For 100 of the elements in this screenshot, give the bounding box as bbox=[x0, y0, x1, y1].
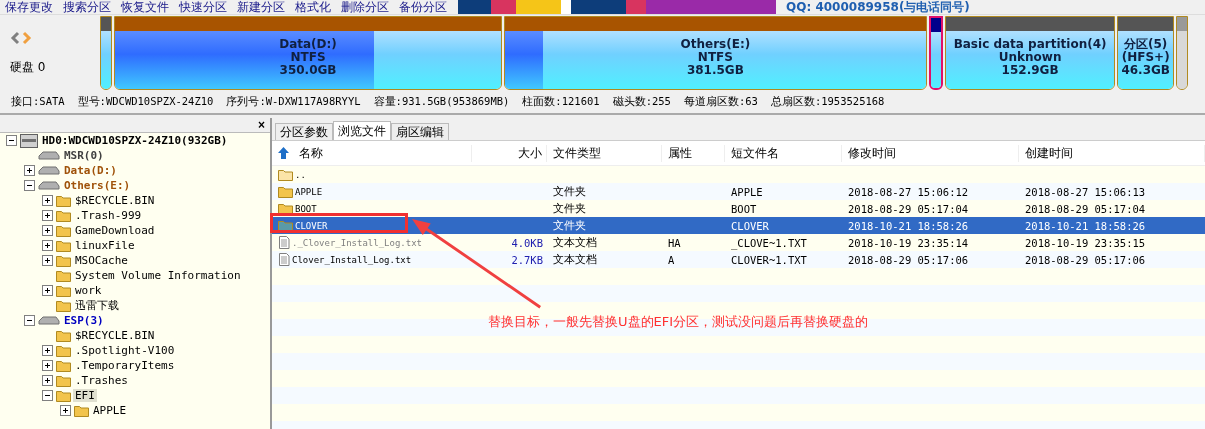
up-arrow-icon[interactable] bbox=[278, 147, 289, 159]
partition-name: Others(E:) bbox=[679, 38, 752, 51]
expand-icon[interactable] bbox=[42, 240, 53, 251]
partition-area bbox=[101, 31, 111, 89]
tree-item[interactable]: Data(D:) bbox=[62, 164, 119, 177]
tree-item[interactable]: HD0:WDCWD10SPZX-24Z10(932GB) bbox=[40, 134, 230, 147]
file-name: Clover_Install_Log.txt bbox=[292, 254, 412, 265]
expand-icon[interactable] bbox=[60, 405, 71, 416]
short-file-name: BOOT bbox=[730, 202, 758, 215]
column-header[interactable]: 创建时间 bbox=[1019, 144, 1205, 162]
disk-label: 硬盘 0 bbox=[10, 58, 47, 76]
tree-item[interactable]: linuxFile bbox=[73, 239, 137, 252]
expand-icon[interactable] bbox=[42, 345, 53, 356]
column-title: 修改时间 bbox=[848, 144, 896, 162]
toolbar-button[interactable]: 恢复文件 bbox=[116, 0, 174, 14]
created-time: 2018-10-19 23:35:15 bbox=[1024, 236, 1147, 249]
expand-icon[interactable] bbox=[24, 165, 35, 176]
folder-icon bbox=[56, 329, 71, 342]
toolbar-button[interactable]: 备份分区 bbox=[394, 0, 452, 14]
partition-bar[interactable] bbox=[100, 16, 112, 90]
expand-icon[interactable] bbox=[42, 225, 53, 236]
column-title: 短文件名 bbox=[731, 144, 779, 162]
file-system: Unknown bbox=[997, 51, 1062, 64]
partition-bar[interactable]: Basic data partition(4) Unknown 152.9GB bbox=[944, 16, 1116, 90]
expand-icon[interactable] bbox=[42, 360, 53, 371]
close-button[interactable]: × bbox=[253, 118, 270, 132]
column-header[interactable]: 修改时间 bbox=[842, 144, 1019, 162]
tree-item[interactable]: .TemporaryItems bbox=[73, 359, 177, 372]
column-header[interactable]: 属性 bbox=[662, 144, 725, 162]
toolbar-button[interactable]: 快速分区 bbox=[174, 0, 232, 14]
folder-icon bbox=[56, 224, 71, 237]
tree-item[interactable]: .Trash-999 bbox=[73, 209, 144, 222]
tree-item[interactable]: 迅雷下载 bbox=[73, 298, 121, 313]
collapse-icon[interactable] bbox=[6, 135, 17, 146]
column-header[interactable]: 短文件名 bbox=[725, 144, 842, 162]
tab[interactable]: 浏览文件 bbox=[333, 121, 391, 140]
file-type: 文件夹 bbox=[552, 184, 587, 199]
expand-icon[interactable] bbox=[42, 210, 53, 221]
collapse-icon[interactable] bbox=[24, 315, 35, 326]
tree-item[interactable]: GameDownload bbox=[73, 224, 157, 237]
tree-item[interactable]: EFI bbox=[73, 389, 97, 402]
short-file-name: APPLE bbox=[730, 185, 764, 198]
expand-icon[interactable] bbox=[42, 285, 53, 296]
tree-item[interactable]: MSR(0) bbox=[62, 149, 106, 162]
folder-icon bbox=[56, 359, 71, 372]
toolbar-button[interactable]: 删除分区 bbox=[336, 0, 394, 14]
tree-item[interactable]: System Volume Information bbox=[73, 269, 243, 282]
file-type: 文本文档 bbox=[552, 235, 598, 250]
tree-item[interactable]: work bbox=[73, 284, 104, 297]
collapse-icon[interactable] bbox=[24, 180, 35, 191]
disk-info: 磁头数:255 bbox=[612, 95, 671, 109]
tree-item[interactable]: $RECYCLE.BIN bbox=[73, 329, 157, 342]
folder-icon bbox=[56, 209, 71, 222]
partition-name: Basic data partition(4) bbox=[952, 38, 1108, 51]
partition-bar[interactable] bbox=[928, 16, 943, 90]
partition-size: 152.9GB bbox=[1000, 64, 1060, 77]
tree-item[interactable]: $RECYCLE.BIN bbox=[73, 194, 157, 207]
file-row[interactable]: Clover_Install_Log.txt 2.7KB 文本文档 A CLOVER~1.TXT 2018-08-29 05:17:06 2018-08-29 05:17:06 bbox=[272, 251, 1205, 268]
tree-item[interactable]: ESP(3) bbox=[62, 314, 106, 327]
column-title: 名称 bbox=[299, 144, 323, 162]
folder-icon bbox=[56, 194, 71, 207]
collapse-icon[interactable] bbox=[42, 390, 53, 401]
partition-size: 350.0GB bbox=[278, 64, 338, 77]
partition-bar[interactable]: Others(E:) NTFS 381.5GB bbox=[504, 16, 927, 90]
file-size: 2.7KB bbox=[510, 253, 544, 266]
tree-item[interactable]: .Trashes bbox=[73, 374, 130, 387]
file-row[interactable]: APPLE 文件夹 APPLE 2018-08-27 15:06:12 2018-08-27 15:06:13 bbox=[272, 183, 1205, 200]
tree-item[interactable]: Others(E:) bbox=[62, 179, 133, 192]
expand-icon[interactable] bbox=[42, 255, 53, 266]
modified-time: 2018-08-29 05:17:06 bbox=[847, 253, 970, 266]
partition-area bbox=[930, 32, 941, 88]
folder-icon bbox=[56, 254, 71, 267]
tab[interactable]: 分区参数 bbox=[275, 123, 333, 140]
column-header[interactable]: 名称 bbox=[272, 144, 472, 162]
column-header[interactable]: 大小 bbox=[472, 144, 547, 162]
folder-icon bbox=[56, 269, 71, 282]
file-name: ._Clover_Install_Log.txt bbox=[292, 237, 423, 248]
tree-item[interactable]: MSOCache bbox=[73, 254, 130, 267]
unallocated-area bbox=[1177, 31, 1187, 89]
tab[interactable]: 扇区编辑 bbox=[391, 123, 449, 140]
toolbar-button[interactable]: 新建分区 bbox=[232, 0, 290, 14]
partition-bar[interactable]: Data(D:) NTFS 350.0GB bbox=[114, 16, 502, 90]
toolbar-button[interactable]: 搜索分区 bbox=[58, 0, 116, 14]
tree-item[interactable]: APPLE bbox=[91, 404, 129, 417]
file-system: NTFS bbox=[289, 51, 327, 64]
disk-info: 柱面数:121601 bbox=[522, 95, 600, 109]
folder-icon bbox=[56, 374, 71, 387]
expand-icon[interactable] bbox=[42, 375, 53, 386]
file-name: CLOVER bbox=[295, 220, 328, 231]
modified-time: 2018-10-19 23:35:14 bbox=[847, 236, 970, 249]
toolbar-button[interactable]: 保存更改 bbox=[0, 0, 58, 14]
file-row[interactable]: CLOVER 文件夹 CLOVER 2018-10-21 18:58:26 2018-10-21 18:58:26 bbox=[272, 217, 1205, 234]
column-header[interactable]: 文件类型 bbox=[547, 144, 662, 162]
expand-icon[interactable] bbox=[42, 195, 53, 206]
toolbar-button[interactable]: 格式化 bbox=[290, 0, 336, 14]
partition-size: 381.5GB bbox=[685, 64, 745, 77]
column-title: 创建时间 bbox=[1025, 144, 1073, 162]
document-icon bbox=[278, 236, 290, 249]
tree-item[interactable]: .Spotlight-V100 bbox=[73, 344, 177, 357]
partition-bar[interactable]: 分区(5) (HFS+) 46.3GB bbox=[1117, 16, 1174, 90]
